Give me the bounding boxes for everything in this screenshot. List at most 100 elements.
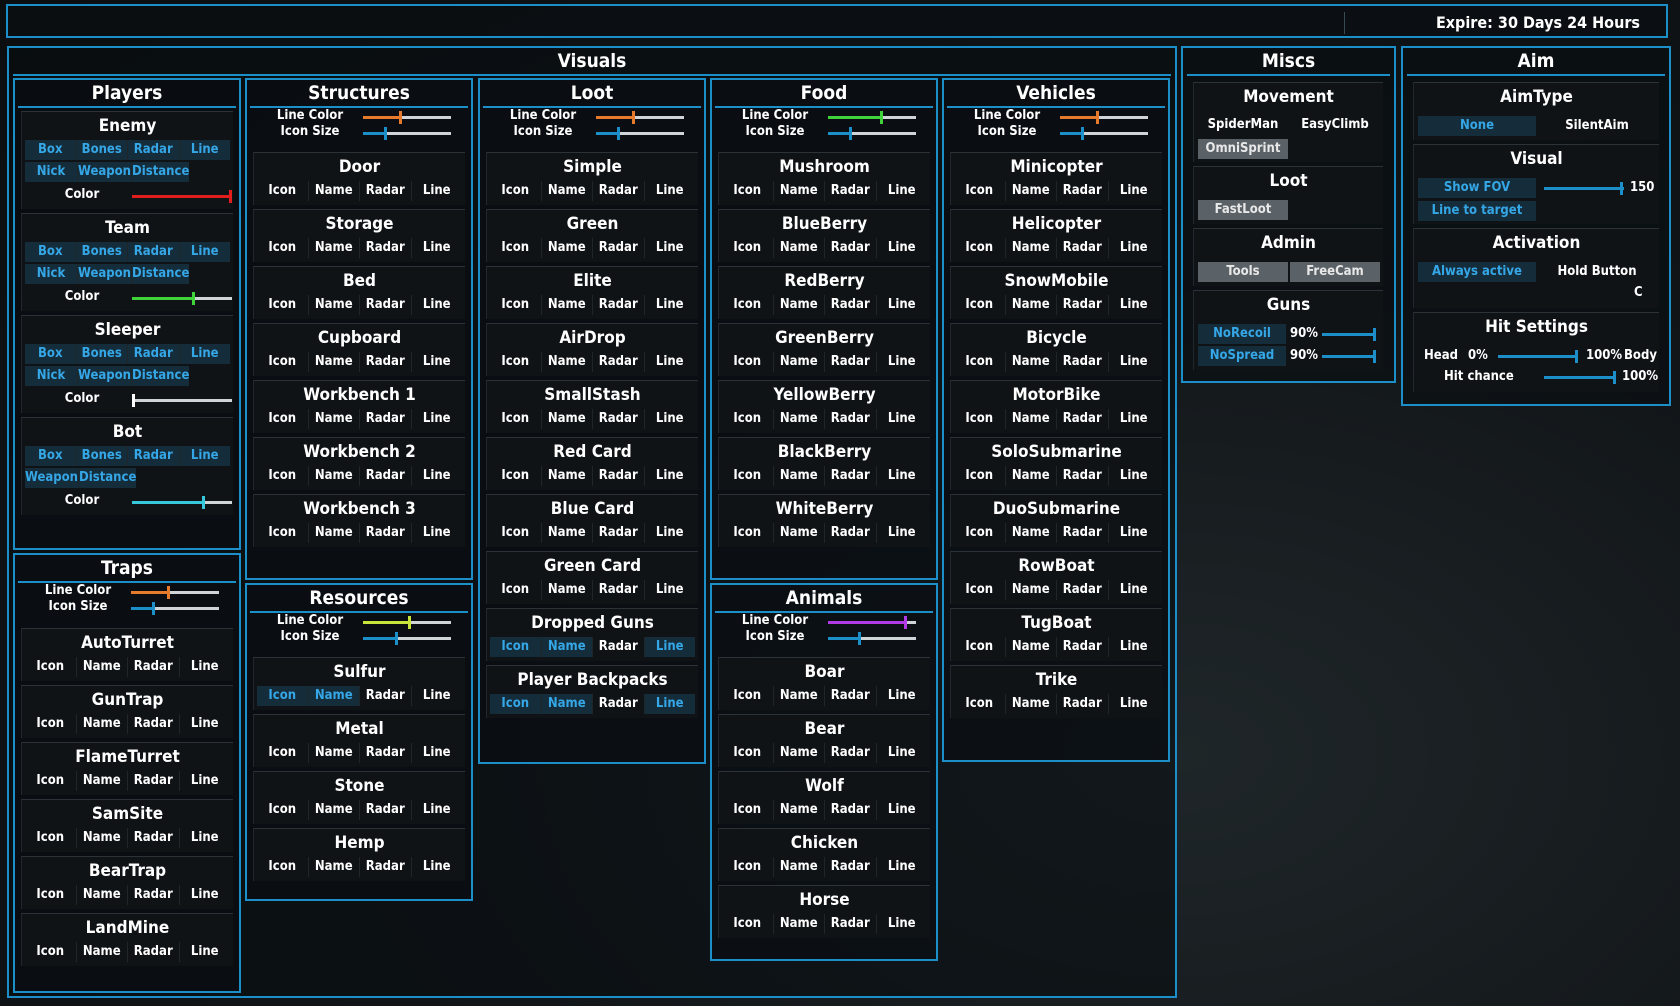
bed-line-toggle[interactable]: Line bbox=[410, 295, 463, 315]
green-card-radar-toggle[interactable]: Radar bbox=[592, 580, 644, 600]
food-line-color-slider[interactable] bbox=[828, 111, 916, 124]
sleeper-line-toggle[interactable]: Line bbox=[178, 344, 230, 364]
team-bones-toggle[interactable]: Bones bbox=[75, 242, 127, 262]
mushroom-icon-toggle[interactable]: Icon bbox=[722, 181, 773, 201]
aimtype-silentaim-option[interactable]: SilentAim bbox=[1538, 116, 1656, 136]
duosubmarine-line-toggle[interactable]: Line bbox=[1107, 523, 1160, 543]
guntrap-icon-toggle[interactable]: Icon bbox=[25, 714, 76, 734]
snowmobile-radar-toggle[interactable]: Radar bbox=[1056, 295, 1108, 315]
simple-radar-toggle[interactable]: Radar bbox=[592, 181, 644, 201]
nospread-slider-knob[interactable] bbox=[1373, 350, 1376, 363]
loot-icon-size-slider[interactable] bbox=[596, 127, 684, 140]
food-icon-size-knob[interactable] bbox=[849, 127, 852, 140]
enemy-bones-toggle[interactable]: Bones bbox=[75, 140, 127, 160]
workbench-1-icon-toggle[interactable]: Icon bbox=[257, 409, 308, 429]
team-nick-toggle[interactable]: Nick bbox=[25, 264, 77, 284]
snowmobile-name-toggle[interactable]: Name bbox=[1004, 295, 1057, 315]
green-radar-toggle[interactable]: Radar bbox=[592, 238, 644, 258]
nospread-toggle[interactable]: NoSpread bbox=[1198, 346, 1286, 366]
animals-line-color-knob[interactable] bbox=[904, 616, 908, 629]
tools-button[interactable]: Tools bbox=[1198, 262, 1288, 282]
hold-button-option[interactable]: Hold Button bbox=[1538, 262, 1656, 282]
horse-radar-toggle[interactable]: Radar bbox=[824, 914, 876, 934]
show-fov-toggle[interactable]: Show FOV bbox=[1418, 178, 1536, 198]
helicopter-name-toggle[interactable]: Name bbox=[1004, 238, 1057, 258]
sulfur-icon-toggle[interactable]: Icon bbox=[257, 686, 308, 706]
bed-name-toggle[interactable]: Name bbox=[307, 295, 360, 315]
tugboat-line-toggle[interactable]: Line bbox=[1107, 637, 1160, 657]
resources-line-color-knob[interactable] bbox=[407, 616, 411, 629]
redberry-line-toggle[interactable]: Line bbox=[875, 295, 928, 315]
storage-radar-toggle[interactable]: Radar bbox=[359, 238, 411, 258]
enemy-box-toggle[interactable]: Box bbox=[25, 140, 76, 160]
team-weapon-toggle[interactable]: Weapon bbox=[77, 264, 132, 284]
blackberry-line-toggle[interactable]: Line bbox=[875, 466, 928, 486]
dropped-guns-name-toggle[interactable]: Name bbox=[540, 637, 592, 657]
green-card-icon-toggle[interactable]: Icon bbox=[490, 580, 541, 600]
snowmobile-line-toggle[interactable]: Line bbox=[1107, 295, 1160, 315]
samsite-name-toggle[interactable]: Name bbox=[75, 828, 128, 848]
cupboard-name-toggle[interactable]: Name bbox=[307, 352, 360, 372]
traps-icon-size-slider[interactable] bbox=[131, 602, 219, 615]
workbench-3-radar-toggle[interactable]: Radar bbox=[359, 523, 411, 543]
player-team-color-slider[interactable] bbox=[132, 292, 232, 305]
yellowberry-icon-toggle[interactable]: Icon bbox=[722, 409, 773, 429]
head-body-slider-knob[interactable] bbox=[1575, 350, 1578, 363]
metal-name-toggle[interactable]: Name bbox=[307, 743, 360, 763]
aimtype-none-option[interactable]: None bbox=[1418, 116, 1536, 136]
motorbike-name-toggle[interactable]: Name bbox=[1004, 409, 1057, 429]
loot-line-color-knob[interactable] bbox=[631, 111, 635, 124]
vehicles-line-color-knob[interactable] bbox=[1095, 111, 1099, 124]
chicken-line-toggle[interactable]: Line bbox=[875, 857, 928, 877]
rowboat-icon-toggle[interactable]: Icon bbox=[954, 580, 1005, 600]
bicycle-icon-toggle[interactable]: Icon bbox=[954, 352, 1005, 372]
blue-card-name-toggle[interactable]: Name bbox=[540, 523, 593, 543]
easyclimb-toggle[interactable]: EasyClimb bbox=[1290, 117, 1380, 132]
workbench-3-icon-toggle[interactable]: Icon bbox=[257, 523, 308, 543]
green-name-toggle[interactable]: Name bbox=[540, 238, 593, 258]
fov-slider[interactable] bbox=[1544, 182, 1624, 195]
yellowberry-name-toggle[interactable]: Name bbox=[772, 409, 825, 429]
flameturret-line-toggle[interactable]: Line bbox=[178, 771, 231, 791]
workbench-3-line-toggle[interactable]: Line bbox=[410, 523, 463, 543]
simple-name-toggle[interactable]: Name bbox=[540, 181, 593, 201]
workbench-2-name-toggle[interactable]: Name bbox=[307, 466, 360, 486]
helicopter-radar-toggle[interactable]: Radar bbox=[1056, 238, 1108, 258]
autoturret-icon-toggle[interactable]: Icon bbox=[25, 657, 76, 677]
trike-radar-toggle[interactable]: Radar bbox=[1056, 694, 1108, 714]
player-backpacks-name-toggle[interactable]: Name bbox=[540, 694, 592, 714]
solosubmarine-icon-toggle[interactable]: Icon bbox=[954, 466, 1005, 486]
workbench-1-name-toggle[interactable]: Name bbox=[307, 409, 360, 429]
wolf-icon-toggle[interactable]: Icon bbox=[722, 800, 773, 820]
blackberry-name-toggle[interactable]: Name bbox=[772, 466, 825, 486]
bicycle-name-toggle[interactable]: Name bbox=[1004, 352, 1057, 372]
norecoil-slider[interactable] bbox=[1322, 328, 1376, 341]
bear-icon-toggle[interactable]: Icon bbox=[722, 743, 773, 763]
elite-icon-toggle[interactable]: Icon bbox=[490, 295, 541, 315]
chicken-name-toggle[interactable]: Name bbox=[772, 857, 825, 877]
metal-icon-toggle[interactable]: Icon bbox=[257, 743, 308, 763]
bear-name-toggle[interactable]: Name bbox=[772, 743, 825, 763]
vehicles-line-color-slider[interactable] bbox=[1060, 111, 1148, 124]
minicopter-radar-toggle[interactable]: Radar bbox=[1056, 181, 1108, 201]
greenberry-name-toggle[interactable]: Name bbox=[772, 352, 825, 372]
player-bot-color-slider[interactable] bbox=[132, 496, 232, 509]
solosubmarine-name-toggle[interactable]: Name bbox=[1004, 466, 1057, 486]
flameturret-radar-toggle[interactable]: Radar bbox=[127, 771, 179, 791]
stone-radar-toggle[interactable]: Radar bbox=[359, 800, 411, 820]
motorbike-radar-toggle[interactable]: Radar bbox=[1056, 409, 1108, 429]
trike-icon-toggle[interactable]: Icon bbox=[954, 694, 1005, 714]
duosubmarine-name-toggle[interactable]: Name bbox=[1004, 523, 1057, 543]
door-name-toggle[interactable]: Name bbox=[307, 181, 360, 201]
metal-radar-toggle[interactable]: Radar bbox=[359, 743, 411, 763]
blueberry-line-toggle[interactable]: Line bbox=[875, 238, 928, 258]
yellowberry-radar-toggle[interactable]: Radar bbox=[824, 409, 876, 429]
autoturret-radar-toggle[interactable]: Radar bbox=[127, 657, 179, 677]
beartrap-name-toggle[interactable]: Name bbox=[75, 885, 128, 905]
animals-icon-size-slider[interactable] bbox=[828, 632, 916, 645]
airdrop-icon-toggle[interactable]: Icon bbox=[490, 352, 541, 372]
hemp-line-toggle[interactable]: Line bbox=[410, 857, 463, 877]
player-backpacks-radar-toggle[interactable]: Radar bbox=[592, 694, 644, 714]
boar-radar-toggle[interactable]: Radar bbox=[824, 686, 876, 706]
blue-card-icon-toggle[interactable]: Icon bbox=[490, 523, 541, 543]
